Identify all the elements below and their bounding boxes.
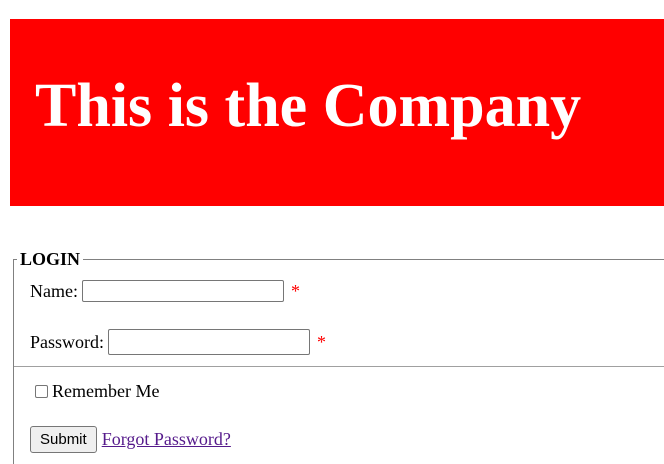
password-required-marker: * bbox=[317, 331, 327, 352]
name-required-marker: * bbox=[290, 280, 300, 301]
name-label: Name: bbox=[30, 280, 78, 301]
remember-label[interactable]: Remember Me bbox=[52, 381, 159, 402]
page: This is the Company LOGIN Name: * Passwo… bbox=[0, 0, 664, 464]
password-label: Password: bbox=[30, 331, 105, 352]
login-legend: LOGIN bbox=[17, 248, 84, 270]
form-divider bbox=[14, 366, 664, 367]
actions-row: Submit Forgot Password? bbox=[30, 426, 231, 453]
remember-row: Remember Me bbox=[34, 380, 159, 402]
company-title: This is the Company bbox=[35, 72, 582, 140]
name-row: Name: * bbox=[30, 278, 300, 304]
password-input[interactable] bbox=[108, 329, 311, 355]
name-input[interactable] bbox=[81, 280, 284, 302]
company-banner: This is the Company bbox=[10, 19, 664, 206]
forgot-password-link[interactable]: Forgot Password? bbox=[102, 429, 231, 450]
remember-checkbox[interactable] bbox=[35, 384, 48, 398]
password-row: Password: * bbox=[30, 328, 326, 356]
submit-button[interactable]: Submit bbox=[30, 426, 97, 453]
